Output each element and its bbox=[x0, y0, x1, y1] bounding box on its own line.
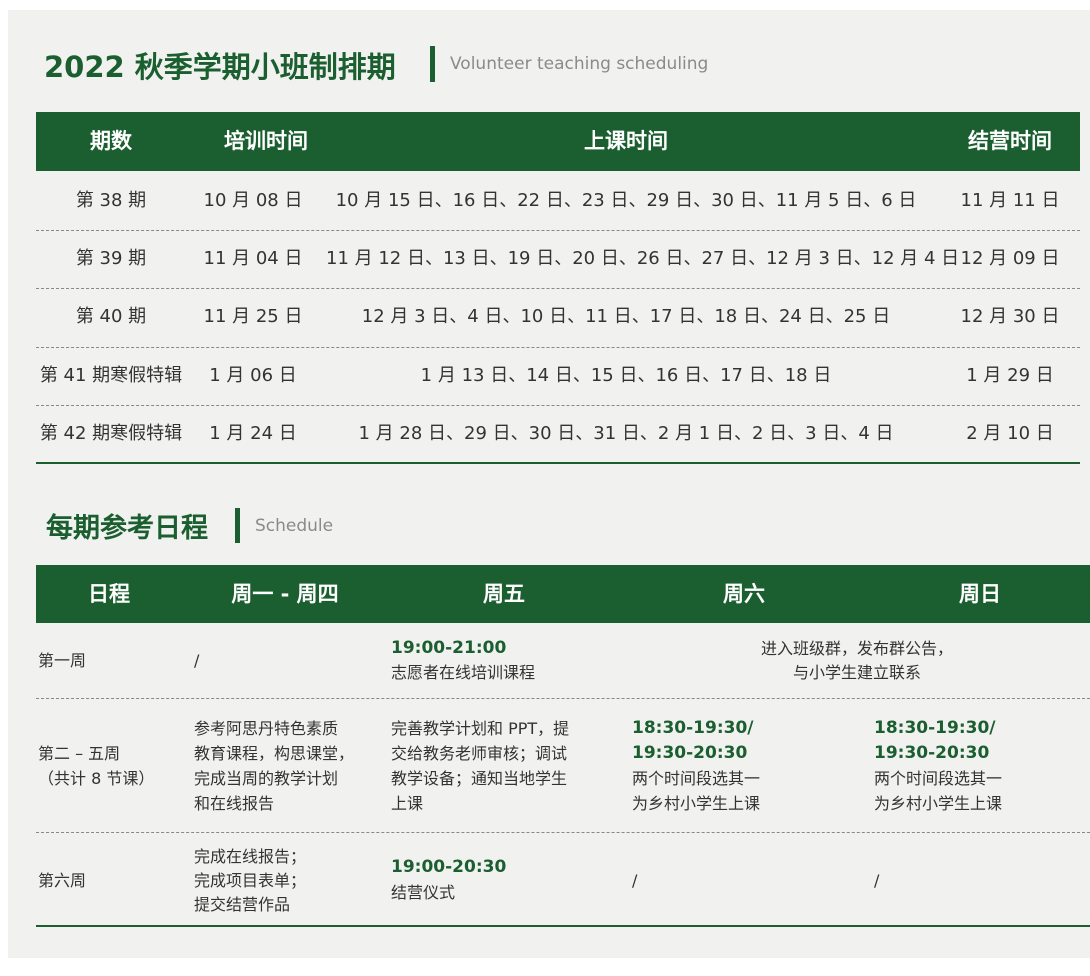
table-row: 第 41 期寒假特辑 1 月 06 日 1 月 13 日、14 日、15 日、1… bbox=[36, 347, 1080, 405]
training-cell: 1 月 24 日 bbox=[209, 423, 297, 444]
week2-5-sun-time: 19:30-20:30 bbox=[874, 743, 990, 763]
period-cell: 第 40 期 bbox=[75, 306, 147, 327]
closing-cell: 12 月 30 日 bbox=[960, 306, 1060, 327]
week1-fri-time: 19:00-21:00 bbox=[391, 638, 507, 658]
period-cell: 第 39 期 bbox=[75, 248, 147, 269]
training-cell: 11 月 25 日 bbox=[203, 306, 303, 327]
week2-5-fri-line: 完善教学计划和 PPT，提 bbox=[391, 719, 570, 738]
table-bottom-border bbox=[36, 462, 1080, 464]
week1-mon-thu: / bbox=[194, 651, 200, 670]
section2-title: 每期参考日程 bbox=[46, 513, 208, 544]
header-mon-thu: 周一 - 周四 bbox=[231, 582, 339, 606]
class-cell: 10 月 15 日、16 日、22 日、23 日、29 日、30 日、11 月 … bbox=[335, 190, 917, 211]
week2-5-mon-thu-line: 参考阿思丹特色素质 bbox=[194, 719, 339, 738]
week1-fri-text: 志愿者在线培训课程 bbox=[391, 663, 536, 682]
table-row: 第 42 期寒假特辑 1 月 24 日 1 月 28 日、29 日、30 日、3… bbox=[36, 405, 1080, 463]
week2-5-sat-time: 18:30-19:30/ bbox=[632, 718, 754, 738]
closing-cell: 2 月 10 日 bbox=[966, 423, 1054, 444]
table-bottom-border bbox=[36, 925, 1090, 927]
header-sat: 周六 bbox=[723, 582, 765, 606]
week2-5-mon-thu-line: 教育课程，构思课堂， bbox=[194, 744, 355, 763]
week6-sun: / bbox=[874, 871, 880, 890]
week1-weekend-line2: 与小学生建立联系 bbox=[792, 663, 921, 682]
table-row: 第 40 期 11 月 25 日 12 月 3 日、4 日、10 日、11 日、… bbox=[36, 288, 1080, 346]
week6-sat: / bbox=[632, 871, 638, 890]
schedule-table-header: 期数 培训时间 上课时间 结营时间 bbox=[36, 112, 1080, 171]
section1-title-bar bbox=[430, 46, 435, 82]
week2-5-label: 第二 – 五周 bbox=[38, 744, 121, 763]
header-schedule: 日程 bbox=[88, 582, 130, 606]
week2-5-sat-time: 19:30-20:30 bbox=[632, 743, 748, 763]
week2-5-mon-thu-line: 完成当周的教学计划 bbox=[194, 769, 339, 788]
class-cell: 1 月 28 日、29 日、30 日、31 日、2 月 1 日、2 日、3 日、… bbox=[358, 423, 894, 444]
header-class-time: 上课时间 bbox=[584, 129, 668, 153]
week1-label: 第一周 bbox=[38, 651, 87, 670]
closing-cell: 11 月 11 日 bbox=[960, 190, 1060, 211]
week2-5-sun-text: 两个时间段选其一 bbox=[874, 769, 1003, 788]
table-row: 第 38 期 10 月 08 日 10 月 15 日、16 日、22 日、23 … bbox=[36, 172, 1080, 230]
header-closing-time: 结营时间 bbox=[968, 129, 1052, 153]
row-divider bbox=[36, 832, 1090, 833]
week2-5-sat-text: 为乡村小学生上课 bbox=[632, 794, 761, 813]
period-cell: 第 42 期寒假特辑 bbox=[39, 423, 183, 444]
week6-label: 第六周 bbox=[38, 871, 87, 890]
week6-fri-text: 结营仪式 bbox=[391, 883, 456, 902]
week2-5-sublabel: （共计 8 节课） bbox=[38, 769, 155, 788]
period-cell: 第 41 期寒假特辑 bbox=[39, 365, 183, 386]
class-cell: 12 月 3 日、4 日、10 日、11 日、17 日、18 日、24 日、25… bbox=[361, 306, 891, 327]
closing-cell: 1 月 29 日 bbox=[966, 365, 1054, 386]
section2-subtitle: Schedule bbox=[255, 516, 334, 536]
week6-fri-time: 19:00-20:30 bbox=[391, 857, 507, 877]
table-row: 第 39 期 11 月 04 日 11 月 12 日、13 日、19 日、20 … bbox=[36, 230, 1080, 288]
week2-5-sun-text: 为乡村小学生上课 bbox=[874, 794, 1003, 813]
week6-mon-thu-line: 提交结营作品 bbox=[194, 895, 291, 914]
header-sun: 周日 bbox=[959, 582, 1001, 606]
section2-title-bar bbox=[235, 508, 240, 543]
training-cell: 10 月 08 日 bbox=[203, 190, 303, 211]
week2-5-fri-line: 教学设备；通知当地学生 bbox=[391, 769, 568, 788]
training-cell: 1 月 06 日 bbox=[209, 365, 297, 386]
week1-weekend-line1: 进入班级群，发布群公告， bbox=[760, 639, 953, 658]
row-divider bbox=[36, 698, 1090, 699]
weekly-schedule-header: 日程 周一 - 周四 周五 周六 周日 bbox=[36, 565, 1090, 623]
week2-5-mon-thu-line: 和在线报告 bbox=[194, 794, 275, 813]
week2-5-fri-line: 交给教务老师审核；调试 bbox=[391, 744, 568, 763]
section1-subtitle: Volunteer teaching scheduling bbox=[450, 54, 709, 74]
week6-mon-thu-line: 完成在线报告； bbox=[194, 847, 307, 866]
period-cell: 第 38 期 bbox=[75, 190, 147, 211]
class-cell: 11 月 12 日、13 日、19 日、20 日、26 日、27 日、12 月 … bbox=[326, 248, 960, 269]
training-cell: 11 月 04 日 bbox=[203, 248, 303, 269]
week2-5-fri-line: 上课 bbox=[391, 794, 424, 813]
header-period: 期数 bbox=[90, 129, 132, 153]
week6-mon-thu-line: 完成项目表单； bbox=[194, 871, 307, 890]
section1-title: 2022 秋季学期小班制排期 bbox=[44, 50, 396, 84]
week2-5-sat-text: 两个时间段选其一 bbox=[632, 769, 761, 788]
class-cell: 1 月 13 日、14 日、15 日、16 日、17 日、18 日 bbox=[420, 365, 832, 386]
header-fri: 周五 bbox=[483, 582, 525, 606]
closing-cell: 12 月 09 日 bbox=[960, 248, 1060, 269]
week2-5-sun-time: 18:30-19:30/ bbox=[874, 718, 996, 738]
header-training-time: 培训时间 bbox=[224, 129, 308, 153]
